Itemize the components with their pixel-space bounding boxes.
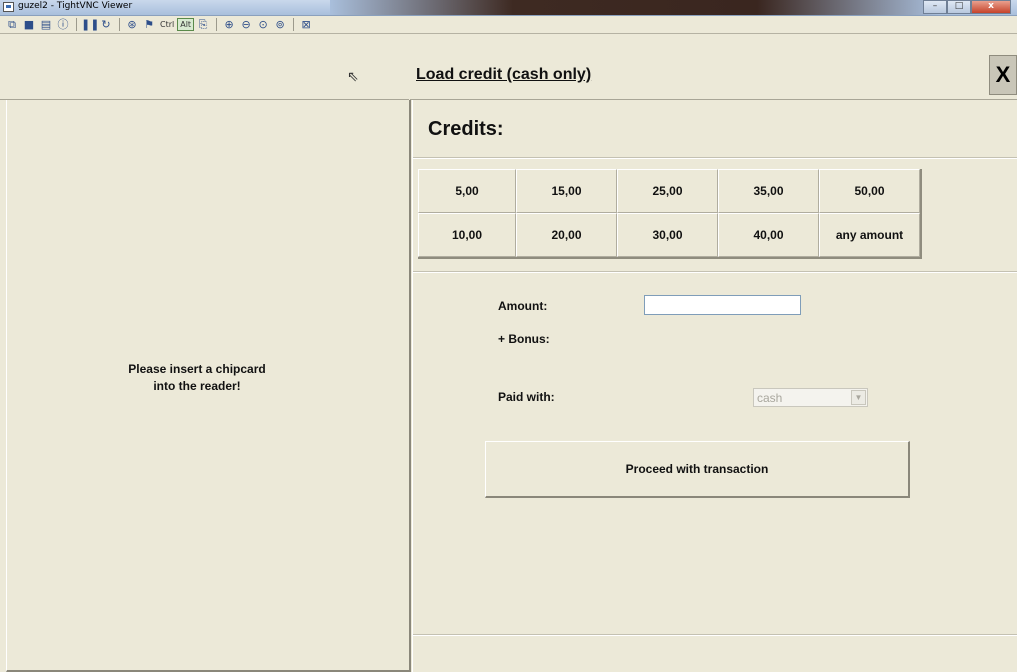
save-icon[interactable]: ■ (21, 18, 37, 32)
win-key-icon[interactable]: ⚑ (141, 18, 157, 32)
toolbar-separator (216, 18, 218, 31)
titlebar-gradient (330, 0, 940, 15)
page-header: Load credit (cash only) X (410, 35, 1017, 100)
zoom-100-icon[interactable]: ⊙ (255, 18, 271, 32)
vnc-toolbar: ⧉ ■ ▤ ⓘ ❚❚ ↻ ⊛ ⚑ Ctrl Alt ⎘ ⊕ ⊖ ⊙ ⊚ ⊠ (0, 16, 1017, 34)
mouse-pointer-icon: ⇖ (347, 68, 359, 84)
clipboard-icon[interactable]: ⎘ (195, 18, 211, 32)
zoom-in-icon[interactable]: ⊕ (221, 18, 237, 32)
credit-amount-grid: 5,00 15,00 25,00 35,00 50,00 10,00 20,00… (418, 169, 922, 259)
page-title: Load credit (cash only) (416, 66, 592, 83)
credit-button-20[interactable]: 20,00 (516, 213, 617, 257)
window-titlebar: guzel2 - TightVNC Viewer – □ x (0, 0, 1017, 16)
ctrl-alt-del-icon[interactable]: ⊛ (124, 18, 140, 32)
credit-panel: Credits: 5,00 15,00 25,00 35,00 50,00 10… (412, 100, 1017, 672)
window-title: guzel2 - TightVNC Viewer (18, 1, 133, 11)
pause-icon[interactable]: ❚❚ (81, 18, 99, 32)
minimize-button[interactable]: – (923, 0, 947, 14)
proceed-button[interactable]: Proceed with transaction (485, 441, 910, 498)
chevron-down-icon[interactable]: ▼ (851, 390, 866, 405)
zoom-fit-icon[interactable]: ⊚ (272, 18, 288, 32)
alt-key-button[interactable]: Alt (177, 18, 195, 31)
fullscreen-icon[interactable]: ⊠ (298, 18, 314, 32)
ctrl-key-button[interactable]: Ctrl (158, 18, 176, 32)
window-close-button[interactable]: x (971, 0, 1011, 14)
credit-button-any-amount[interactable]: any amount (819, 213, 920, 257)
credit-button-50[interactable]: 50,00 (819, 169, 920, 213)
credit-button-35[interactable]: 35,00 (718, 169, 819, 213)
divider (413, 157, 1017, 159)
divider (413, 271, 1017, 273)
new-connection-icon[interactable]: ⧉ (4, 18, 20, 32)
zoom-out-icon[interactable]: ⊖ (238, 18, 254, 32)
vnc-app-icon (3, 2, 14, 12)
credit-button-40[interactable]: 40,00 (718, 213, 819, 257)
close-panel-button[interactable]: X (989, 55, 1017, 95)
toolbar-separator (76, 18, 77, 31)
paid-with-select[interactable]: cash ▼ (753, 388, 868, 407)
credits-heading: Credits: (428, 118, 504, 140)
divider (413, 634, 1017, 636)
bonus-label: + Bonus: (498, 332, 550, 346)
maximize-button[interactable]: □ (947, 0, 971, 14)
paid-with-value: cash (757, 391, 783, 405)
credit-button-10[interactable]: 10,00 (418, 213, 516, 257)
chipcard-panel: Please insert a chipcard into the reader… (6, 100, 411, 672)
credit-button-5[interactable]: 5,00 (418, 169, 516, 213)
refresh-icon[interactable]: ↻ (98, 18, 114, 32)
toolbar-separator (119, 18, 120, 31)
toolbar-separator (293, 18, 295, 31)
info-icon[interactable]: ⓘ (55, 18, 71, 32)
credit-button-30[interactable]: 30,00 (617, 213, 718, 257)
amount-input[interactable] (644, 295, 801, 315)
credit-button-15[interactable]: 15,00 (516, 169, 617, 213)
options-icon[interactable]: ▤ (38, 18, 54, 32)
credit-button-25[interactable]: 25,00 (617, 169, 718, 213)
insert-chipcard-message: Please insert a chipcard into the reader… (7, 361, 387, 395)
amount-label: Amount: (498, 299, 548, 313)
prompt-line-2: into the reader! (153, 379, 241, 393)
window-controls: – □ x (923, 0, 1011, 15)
prompt-line-1: Please insert a chipcard (128, 362, 266, 376)
paid-with-label: Paid with: (498, 390, 555, 404)
